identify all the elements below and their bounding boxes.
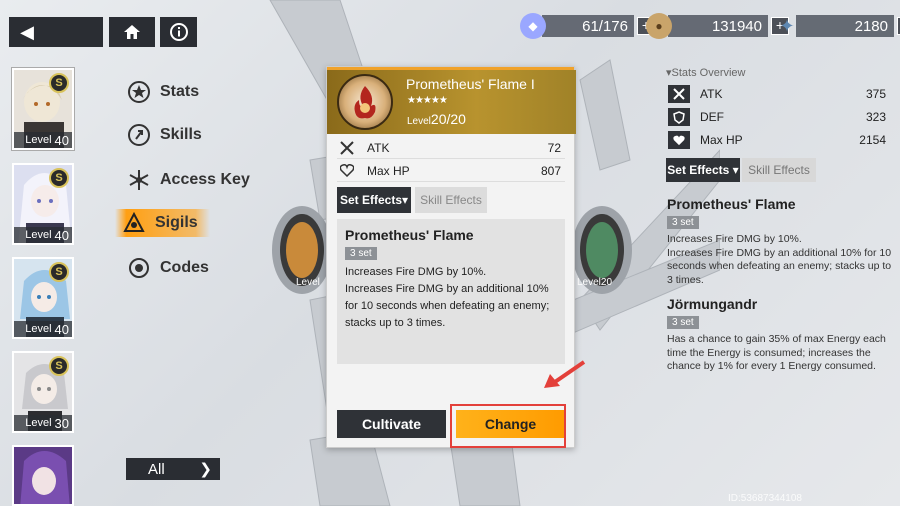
sigil-stat-atk: ATK 72: [337, 137, 565, 159]
character-level: Level 30: [14, 415, 72, 431]
resource-stamina: ◆ 61/176 +: [520, 13, 655, 39]
overview-set-title-2: Jörmungandr: [667, 296, 758, 312]
info-icon: [169, 23, 188, 41]
sigil-header: Prometheus' Flame I ★★★★★ Level20/20: [327, 70, 576, 134]
character-slot-1[interactable]: S Level 40: [12, 68, 74, 150]
tab-set-effects[interactable]: Set Effects▾: [337, 187, 411, 213]
menu-skills[interactable]: Skills: [128, 121, 202, 149]
right-slot-level: Level20: [577, 277, 612, 288]
sigil-name: Prometheus' Flame I: [406, 76, 535, 92]
overview-set-badge-2: 3 set: [667, 316, 699, 329]
stamina-value: 61/176: [542, 15, 634, 37]
overview-stat-atk: ATK 375: [668, 84, 890, 104]
menu-codes[interactable]: Codes: [128, 254, 209, 282]
character-level: Level 40: [14, 321, 72, 337]
set-count-badge: 3 set: [345, 247, 377, 260]
s-rank-badge: S: [49, 262, 69, 282]
heart-icon: [337, 164, 357, 177]
character-slot-4[interactable]: S Level 30: [12, 351, 74, 433]
overview-tab-set-effects[interactable]: Set Effects ▾: [666, 158, 740, 182]
back-button[interactable]: ◀: [9, 17, 103, 47]
change-highlight-box: [450, 404, 566, 448]
shield-icon: [668, 108, 690, 126]
s-rank-badge: S: [49, 73, 69, 93]
chevron-right-icon: ❯: [199, 461, 212, 478]
home-icon: [124, 25, 140, 39]
tab-skill-effects[interactable]: Skill Effects: [415, 187, 487, 213]
resource-coins: ● 131940 +: [646, 13, 789, 39]
stamina-icon: ◆: [520, 13, 546, 39]
home-button[interactable]: [109, 17, 155, 47]
snowflake-icon: [128, 169, 150, 191]
menu-access-key[interactable]: Access Key: [128, 166, 250, 194]
filter-all-button[interactable]: All ❯: [126, 458, 220, 480]
sigil-level: Level20/20: [407, 111, 466, 127]
sigil-icon: [123, 212, 145, 234]
overview-stat-def: DEF 323: [668, 107, 890, 127]
set-effect-title: Prometheus' Flame: [345, 227, 474, 243]
character-slot-3[interactable]: S Level 40: [12, 257, 74, 339]
overview-set-desc-2: Has a chance to gain 35% of max Energy e…: [667, 333, 886, 372]
coin-icon: ●: [646, 13, 672, 39]
menu-stats[interactable]: Stats: [128, 78, 199, 106]
character-level: Level 40: [14, 227, 72, 243]
overview-set-title-1: Prometheus' Flame: [667, 196, 796, 212]
star-icon: [128, 81, 150, 103]
set-effect-description: Increases Fire DMG by 10%. Increases Fir…: [345, 266, 550, 329]
skills-icon: [128, 124, 150, 146]
overview-stat-hp: Max HP 2154: [668, 130, 890, 150]
left-slot-level: Level: [296, 277, 320, 288]
codes-icon: [128, 257, 150, 279]
sigil-flame-icon: [337, 74, 393, 130]
character-slot-5[interactable]: [12, 445, 74, 506]
s-rank-badge: S: [49, 168, 69, 188]
atk-icon: [337, 140, 357, 155]
resource-crystals: ✦ 2180 +: [774, 14, 900, 38]
back-arrow-icon: ◀: [20, 21, 34, 42]
sigil-detail-popup: Prometheus' Flame I ★★★★★ Level20/20 ATK…: [326, 66, 576, 448]
sigil-stars: ★★★★★: [407, 95, 448, 106]
user-id: ID:53687344108: [728, 493, 802, 504]
heart-icon: [668, 131, 690, 149]
crystals-value: 2180: [796, 15, 894, 37]
atk-icon: [668, 85, 690, 103]
coins-value: 131940: [668, 15, 768, 37]
menu-sigils[interactable]: Sigils: [115, 209, 210, 237]
crystal-icon: ✦: [779, 15, 795, 36]
s-rank-badge: S: [49, 356, 69, 376]
pointer-arrow-icon: [544, 360, 586, 388]
character-slot-2[interactable]: S Level 40: [12, 163, 74, 245]
set-effect-box: Prometheus' Flame 3 set Increases Fire D…: [337, 219, 565, 364]
overview-tab-skill-effects[interactable]: Skill Effects: [742, 158, 816, 182]
stats-overview-title[interactable]: ▾Stats Overview: [666, 66, 746, 79]
overview-set-badge-1: 3 set: [667, 216, 699, 229]
overview-set-desc-1: Increases Fire DMG by 10%. Increases Fir…: [667, 233, 892, 286]
character-level: Level 40: [14, 132, 72, 148]
sigil-stat-hp: Max HP 807: [337, 160, 565, 182]
cultivate-button[interactable]: Cultivate: [337, 410, 446, 438]
info-button[interactable]: [160, 17, 197, 47]
character-portrait: [14, 447, 72, 504]
